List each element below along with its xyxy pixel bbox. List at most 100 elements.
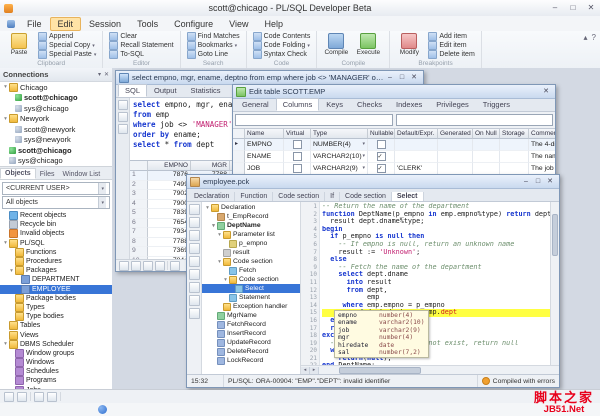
fetch-all-icon[interactable] [170,261,180,271]
search-icon[interactable] [189,308,200,319]
menu-edit[interactable]: Edit [50,17,82,31]
crumb-function-1[interactable]: Function [235,192,273,201]
vertical-scrollbar[interactable] [550,202,559,365]
sql-minimize-button[interactable]: – [384,72,396,83]
ribbon-button-clear[interactable]: Clear [107,32,175,41]
sql-tab-statistics[interactable]: Statistics [184,84,228,97]
columns-grid-header-nullable[interactable]: Nullable [368,129,395,139]
nullable-checkbox[interactable] [377,164,386,173]
tree-item-invalid-objects[interactable]: Invalid objects [0,229,112,238]
tree-item-fetchrecord[interactable]: FetchRecord [202,320,300,329]
objects-tab-window-list[interactable]: Window List [58,170,104,179]
virtual-checkbox[interactable] [293,164,302,173]
scroll-left-icon[interactable]: ◂ [301,367,310,374]
last-record-icon[interactable] [155,261,165,271]
ribbon-button-find-matches[interactable]: Find Matches [185,32,242,41]
stop-icon[interactable] [118,112,128,122]
tree-item-exception-handler[interactable]: Exception handler [202,302,300,311]
ribbon-button-code-contents[interactable]: Code Contents [251,32,313,41]
tree-item-mgrname[interactable]: MgrName [202,311,300,320]
tree-item-type-bodies[interactable]: Type bodies [0,312,112,321]
ribbon-button-compile[interactable]: Compile [321,32,351,59]
tree-item-declaration[interactable]: ▾Declaration [202,203,300,212]
dialog-tab-general[interactable]: General [235,98,276,111]
tree-item-updaterecord[interactable]: UpdateRecord [202,338,300,347]
tree-item-package-bodies[interactable]: Package bodies [0,294,112,303]
dialog-tab-indexes[interactable]: Indexes [389,98,429,111]
columns-grid-header-on-null[interactable]: On Null [473,129,500,139]
pck-close-button[interactable]: ✕ [544,176,556,187]
type-dropdown-icon[interactable]: ▾ [362,151,365,162]
expander-icon[interactable]: ▾ [8,268,15,274]
tree-item-code-section[interactable]: ▾Code section [202,275,300,284]
ribbon-button-to-sql[interactable]: To-SQL [107,50,175,59]
expander-icon[interactable]: ▾ [216,232,223,238]
sql-maximize-button[interactable]: □ [396,72,408,83]
pck-minimize-button[interactable]: – [520,176,532,187]
next-record-icon[interactable] [143,261,153,271]
scrollbar-thumb[interactable] [339,367,421,374]
virtual-checkbox[interactable] [293,152,302,161]
run-icon[interactable] [118,100,128,110]
sql-close-button[interactable]: ✕ [408,72,420,83]
crumb-if-3[interactable]: If [325,192,340,201]
objects-tab-files[interactable]: Files [36,170,59,179]
crumb-code-section-2[interactable]: Code section [273,192,325,201]
objects-tab-objects[interactable]: Objects [0,168,36,179]
tree-item-p-empno[interactable]: p_empno [202,239,300,248]
tree-item-tables[interactable]: Tables [0,321,112,330]
scrollbar-thumb[interactable] [552,214,558,256]
tree-item-views[interactable]: Views [0,330,112,339]
horizontal-scrollbar[interactable]: ◂ ▸ [301,365,559,374]
ribbon-button-execute[interactable]: Execute [353,32,383,59]
ribbon-button-paste[interactable]: Paste [4,32,34,59]
dialog-input-right[interactable] [396,114,554,126]
dialog-titlebar[interactable]: Edit table SCOTT.EMP ✕ [233,85,555,99]
expander-icon[interactable]: ▾ [204,205,211,211]
ribbon-collapse-icon[interactable]: ▴ [584,33,588,42]
tree-item-insertrecord[interactable]: InsertRecord [202,329,300,338]
tree-item-employee[interactable]: EMPLOYEE [0,285,112,294]
crumb-code-section-4[interactable]: Code section [340,192,392,201]
undo-icon[interactable] [189,230,200,241]
prev-record-icon[interactable] [131,261,141,271]
tree-item-statement[interactable]: Statement [202,293,300,302]
commit-icon[interactable] [118,124,128,134]
menu-help[interactable]: Help [256,17,291,31]
columns-grid-header-storage[interactable]: Storage [500,129,529,139]
tree-item-scott-chicago[interactable]: scott@chicago [0,145,112,156]
type-dropdown-icon[interactable]: ▾ [362,139,365,150]
expander-icon[interactable]: ▾ [2,116,9,122]
copy-icon[interactable] [189,269,200,280]
cut-icon[interactable] [189,256,200,267]
tree-item-pl-sql[interactable]: ▾PL/SQL [0,239,112,248]
expander-icon[interactable]: ▾ [2,240,9,246]
compile-icon[interactable] [189,295,200,306]
pck-editor[interactable]: -- Return the name of the departmentfunc… [320,202,550,365]
expander-icon[interactable]: ▾ [2,341,9,347]
tree-item-windows[interactable]: Windows [0,358,112,367]
titlebar[interactable]: scott@chicago - PL/SQL Developer Beta – … [0,0,600,17]
ribbon-button-bookmarks[interactable]: Bookmarks▾ [185,41,242,50]
tree-item-functions[interactable]: Functions [0,248,112,257]
maximize-button[interactable]: □ [564,2,582,14]
menu-file[interactable]: File [19,17,50,31]
objects-filter-1[interactable]: <CURRENT USER>▾ [2,182,110,195]
tree-item-result[interactable]: result [202,248,300,257]
tree-item-newyork[interactable]: ▾Newyork [0,114,112,125]
ribbon-button-syntax-check[interactable]: Syntax Check [251,50,313,59]
tree-item-fetch[interactable]: Fetch [202,266,300,275]
expander-icon[interactable]: ▾ [210,223,217,229]
redo-icon[interactable] [189,243,200,254]
tree-item-deleterecord[interactable]: DeleteRecord [202,347,300,356]
ribbon-button-append[interactable]: Append [36,32,98,41]
dialog-tab-checks[interactable]: Checks [350,98,389,111]
dialog-input-left[interactable] [235,114,393,126]
tree-item-lockrecord[interactable]: LockRecord [202,356,300,365]
tree-item-schedules[interactable]: Schedules [0,367,112,376]
tree-item-scott-chicago[interactable]: scott@chicago [0,93,112,104]
column-row-ename[interactable]: ENAMEVARCHAR2(10)▾The name of the employ… [233,151,555,163]
sql-tab-sql[interactable]: SQL [118,84,147,97]
tree-item-packages[interactable]: ▾Packages [0,266,112,275]
tree-item-sys-newyork[interactable]: sys@newyork [0,135,112,146]
